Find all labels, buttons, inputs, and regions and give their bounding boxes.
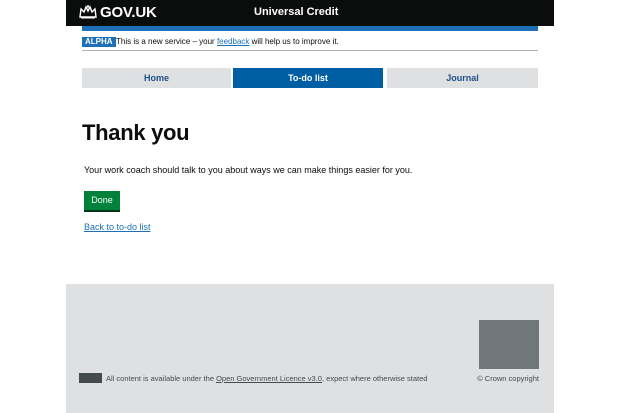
licence-link[interactable]: Open Government Licence v3.0 [216,374,322,383]
back-to-todo-link[interactable]: Back to to-do list [84,222,151,232]
govuk-logo-text[interactable]: GOV.UK [100,4,157,21]
footer: All content is available under the Open … [66,284,554,413]
govuk-header: GOV.UK Universal Credit [66,0,554,26]
crown-copyright[interactable]: © Crown copyright [477,374,539,383]
crown-icon [79,5,97,19]
phase-text-after: will help us to improve it. [249,37,339,46]
service-name[interactable]: Universal Credit [254,6,338,18]
royal-crest-icon [479,320,539,369]
licence-text-before: All content is available under the [106,374,217,383]
tab-home[interactable]: Home [82,68,231,88]
tab-todo-list[interactable]: To-do list [233,68,383,88]
ogl-logo-icon [79,373,102,383]
done-button[interactable]: Done [84,191,120,210]
licence-text-after: , expect where otherwise stated [321,374,428,383]
feedback-link[interactable]: feedback [217,37,249,46]
body-text: Your work coach should talk to you about… [84,165,413,175]
page-title: Thank you [82,120,190,145]
main-navigation: Home To-do list Journal [82,68,538,88]
licence-text: All content is available under the Open … [106,374,427,383]
phase-text: This is a new service – your feedback wi… [116,36,339,47]
tab-journal[interactable]: Journal [387,68,538,88]
header-stripe [82,26,538,31]
phase-tag: ALPHA [82,37,116,47]
phase-banner: ALPHA This is a new service – your feedb… [82,35,538,51]
phase-text-before: This is a new service – your [116,37,217,46]
